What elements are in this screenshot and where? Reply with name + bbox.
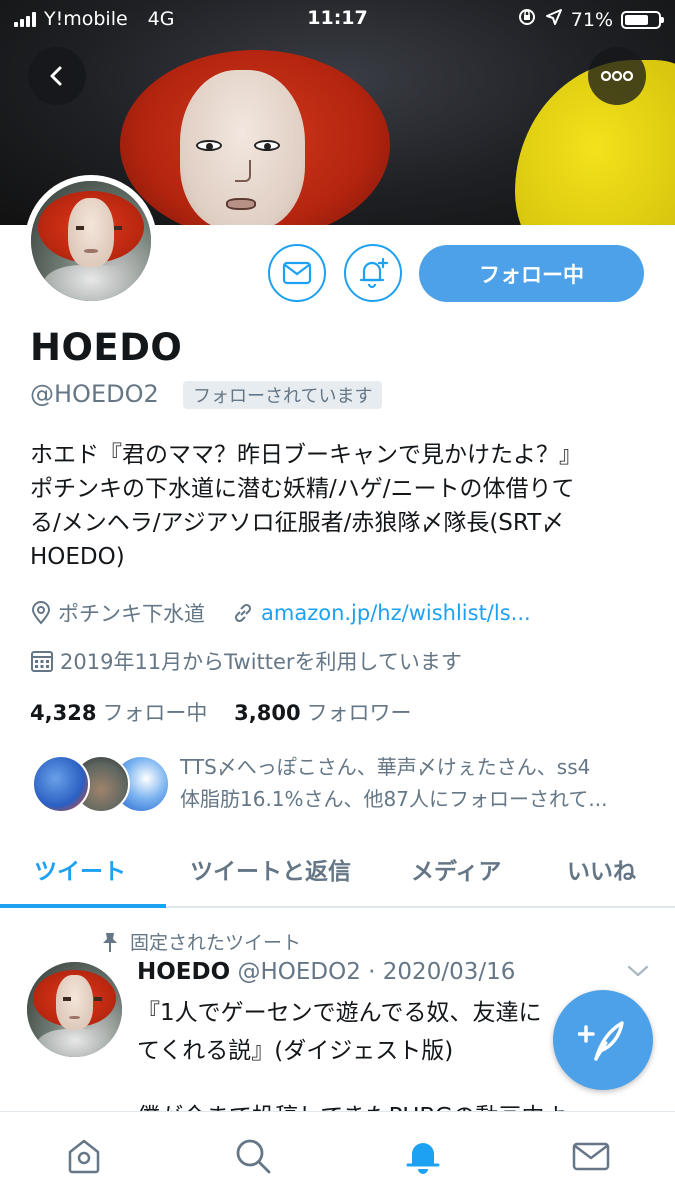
- following-count-link[interactable]: 4,328 フォロー中: [30, 701, 207, 725]
- tweet-header: HOEDO @HOEDO2 · 2020/03/16: [137, 959, 515, 985]
- nav-messages[interactable]: [569, 1134, 613, 1178]
- following-count: 4,328: [30, 701, 97, 725]
- profile-handle: @HOEDO2: [30, 380, 159, 408]
- pinned-label-text: 固定されたツイート: [130, 932, 302, 954]
- nav-search[interactable]: [231, 1134, 275, 1178]
- banner-eye: [254, 140, 280, 151]
- battery-icon: [621, 10, 664, 29]
- orientation-lock-icon: [517, 7, 537, 32]
- messages-envelope-icon: [572, 1142, 610, 1171]
- pinned-tweet-label: 固定されたツイート: [100, 928, 301, 955]
- message-button[interactable]: [268, 244, 326, 302]
- profile-location: ポチンキ下水道: [58, 602, 205, 626]
- mutual-followers-line: TTS〆へっぽこさん、華声〆けぇたさん、ss4: [180, 755, 591, 779]
- followers-label: フォロワー: [306, 701, 412, 725]
- follows-you-badge: フォローされています: [183, 381, 383, 409]
- chevron-left-icon: [50, 66, 62, 86]
- nav-notifications[interactable]: [401, 1134, 445, 1178]
- profile-joined-date: 2019年11月からTwitterを利用しています: [60, 650, 462, 674]
- tab-likes[interactable]: いいね: [567, 852, 636, 886]
- mutual-followers-avatars[interactable]: [32, 755, 170, 815]
- mutual-followers-text[interactable]: TTS〆へっぽこさん、華声〆けぇたさん、ss4 体脂肪16.1%さん、他87人に…: [180, 751, 650, 815]
- banner-face: [180, 70, 305, 225]
- pin-icon: [103, 932, 117, 952]
- following-label: フォロー中: [102, 701, 208, 725]
- tab-media[interactable]: メディア: [411, 852, 501, 886]
- tweet-handle-date: @HOEDO2 · 2020/03/16: [237, 959, 516, 985]
- active-tab-indicator: [0, 904, 166, 908]
- tab-tweets-and-replies[interactable]: ツイートと返信: [190, 852, 351, 886]
- profile-website-link[interactable]: amazon.jp/hz/wishlist/ls...: [261, 601, 531, 625]
- envelope-icon: [282, 261, 312, 285]
- bell-plus-icon: [359, 257, 389, 289]
- bottom-navigation: [0, 1111, 675, 1200]
- location-pin-icon: [30, 601, 52, 625]
- profile-meta-row: ポチンキ下水道 amazon.jp/hz/wishlist/ls...: [30, 598, 531, 628]
- followers-count-link[interactable]: 3,800 フォロワー: [234, 701, 411, 725]
- followers-count: 3,800: [234, 701, 301, 725]
- link-icon: [231, 601, 255, 625]
- tweet-author-avatar[interactable]: [27, 962, 122, 1057]
- mutual-followers-line: 体脂肪16.1%さん、他87人にフォローされて...: [180, 787, 608, 811]
- profile-tabs: ツイート ツイートと返信 メディア いいね: [0, 838, 675, 908]
- banner-nose: [235, 160, 251, 182]
- battery-percent: 71%: [570, 8, 613, 31]
- status-bar: Y!mobile 4G 11:17 71%: [0, 0, 675, 40]
- tweet-author-name[interactable]: HOEDO: [137, 959, 230, 985]
- tweet-text-continued: 僕が今まで投稿してきたPUBGの動画中よ: [137, 1097, 568, 1111]
- search-icon: [236, 1139, 271, 1174]
- calendar-icon: [30, 649, 54, 673]
- tab-tweets[interactable]: ツイート: [34, 852, 126, 886]
- back-button[interactable]: [28, 47, 86, 105]
- banner-eye: [196, 140, 222, 151]
- banner-mouth: [226, 198, 256, 210]
- nav-home[interactable]: [62, 1134, 106, 1178]
- follow-counts: 4,328 フォロー中 3,800 フォロワー: [30, 697, 412, 727]
- profile-name: HOEDO: [30, 326, 183, 369]
- home-icon: [68, 1139, 100, 1174]
- more-options-button[interactable]: [588, 47, 646, 105]
- compose-feather-plus-icon: [578, 1021, 624, 1061]
- chevron-down-icon: [627, 965, 649, 977]
- location-arrow-icon: [545, 8, 563, 31]
- profile-bio: ホエド『君のママ？昨日ブーキャンで見かけたよ？』 ポチンキの下水道に潜む妖精/ハ…: [30, 442, 582, 570]
- more-dots-icon: [601, 71, 633, 81]
- tweet-options-button[interactable]: [626, 963, 650, 983]
- notifications-bell-icon: [406, 1143, 440, 1174]
- avatar: [32, 755, 90, 813]
- compose-tweet-button[interactable]: [553, 990, 653, 1090]
- following-button[interactable]: フォロー中: [419, 245, 644, 302]
- profile-avatar[interactable]: [25, 175, 157, 307]
- notifications-button[interactable]: [344, 244, 402, 302]
- profile-joined-row: 2019年11月からTwitterを利用しています: [30, 646, 462, 676]
